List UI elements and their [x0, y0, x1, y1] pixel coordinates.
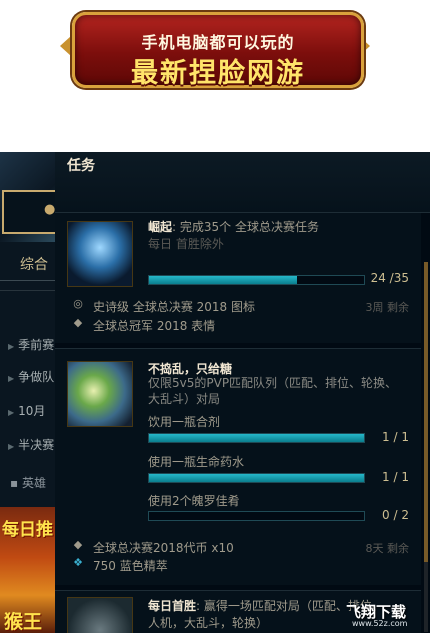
chevron-right-icon: ▶: [8, 442, 15, 451]
location-pin-icon: ◆: [73, 538, 83, 551]
quest-description: 仅限5v5的PVP匹配队列（匹配、排位、轮换、大乱斗）对局: [148, 376, 398, 406]
sidebar-item-label: 10月: [18, 404, 46, 418]
trophy-image: [67, 221, 133, 287]
banner-plate: 手机电脑都可以玩的 最新捏脸网游: [72, 12, 364, 89]
progress-bar: [148, 511, 365, 521]
game-client: ● 综合 ▶ 季前赛 ▶ 争做队 ▶ 10月 ▶ 半决赛 ▪ 英雄 每日推 猴王 任务: [0, 152, 430, 633]
sidebar-chat[interactable]: ▪ 英雄: [10, 474, 46, 491]
chevron-right-icon: ▶: [8, 342, 15, 351]
sidebar-item[interactable]: ▶ 季前赛: [0, 336, 55, 358]
quest-title-strong: 不捣乱，只给糖: [148, 362, 233, 376]
watermark: 飞翔下载 www.52z.com: [346, 601, 424, 629]
location-pin-icon: ◆: [73, 316, 83, 329]
sidebar-ad-subtitle: 猴王: [4, 611, 43, 633]
quest-card[interactable]: 崛起: 完成35个 全球总决赛任务 每日 首胜除外 24 /35 ◎ 史诗级 全…: [55, 212, 421, 343]
sidebar-ad[interactable]: 每日推 猴王: [0, 507, 55, 633]
sidebar-item-label: 季前赛: [18, 338, 55, 352]
profile-icon: ●: [44, 202, 56, 217]
banner-line1: 手机电脑都可以玩的: [141, 33, 295, 52]
sidebar-profile-box[interactable]: ●: [2, 190, 56, 234]
panel-title: 任务: [67, 158, 95, 174]
progress-count: 1 / 1: [382, 470, 409, 484]
progress-fill: [149, 276, 298, 284]
objective-label: 使用2个魄罗佳肴: [148, 494, 240, 508]
reward-label: 全球总决赛2018代币 x10: [93, 541, 234, 555]
quest-card[interactable]: 不捣乱，只给糖 仅限5v5的PVP匹配队列（匹配、排位、轮换、大乱斗）对局 饮用…: [55, 348, 421, 585]
panel-header: 任务: [55, 152, 430, 213]
sidebar-item-label: 争做队: [18, 370, 55, 384]
promo-banner[interactable]: 手机电脑都可以玩的 最新捏脸网游: [60, 8, 370, 89]
chevron-right-icon: ▶: [8, 374, 15, 383]
progress-count: 0 / 2: [382, 508, 409, 522]
sidebar-item[interactable]: ▶ 半决赛: [0, 436, 55, 458]
quest-subtitle: 每日 首胜除外: [148, 237, 224, 251]
progress-fill: [149, 434, 364, 442]
progress-bar: [148, 433, 365, 443]
chat-icon: ▪: [10, 476, 19, 490]
user-icon: ◎: [73, 297, 83, 310]
sidebar-ad-title: 每日推: [2, 520, 53, 540]
progress-fill: [149, 474, 364, 482]
champion-image: [67, 361, 133, 427]
sidebar-item-label: 半决赛: [18, 438, 55, 452]
objective-label: 使用一瓶生命药水: [148, 455, 245, 469]
time-remaining: 8天 剩余: [365, 542, 410, 555]
sidebar: ● 综合 ▶ 季前赛 ▶ 争做队 ▶ 10月 ▶ 半决赛 ▪ 英雄 每日推 猴王: [0, 152, 56, 633]
divider: [0, 290, 55, 291]
quest-title-strong: 崛起: [148, 220, 173, 234]
time-remaining: 3周 剩余: [365, 301, 410, 314]
sidebar-item[interactable]: ▶ 争做队: [0, 368, 55, 390]
sidebar-item[interactable]: ▶ 10月: [0, 402, 55, 424]
progress-bar: [148, 275, 365, 285]
quest-title-rest: : 完成35个 全球总决赛任务: [172, 220, 319, 234]
progress-bar: [148, 473, 365, 483]
banner-line2: 最新捏脸网游: [131, 58, 305, 89]
sidebar-chat-label: 英雄: [21, 476, 46, 490]
sidebar-tab[interactable]: 综合: [20, 254, 48, 274]
progress-count: 24 /35: [370, 271, 409, 285]
watermark-url: www.52z.com: [352, 619, 408, 628]
quest-image: [67, 597, 133, 633]
blue-essence-icon: ❖: [73, 556, 83, 569]
objective-label: 饮用一瓶合剂: [148, 415, 221, 429]
missions-panel: 任务 崛起: 完成35个 全球总决赛任务 每日 首胜除外 24 /35 ◎ 史诗…: [55, 152, 430, 633]
reward-label: 史诗级 全球总决赛 2018 图标: [93, 300, 255, 314]
chevron-right-icon: ▶: [8, 408, 15, 417]
quest-title-strong: 每日首胜: [148, 599, 197, 613]
divider: [0, 280, 55, 281]
progress-count: 1 / 1: [382, 430, 409, 444]
scrollbar-thumb[interactable]: [424, 262, 428, 562]
quest-subtitle: 人机，大乱斗，轮换）: [148, 616, 269, 630]
quest-title: 崛起: 完成35个 全球总决赛任务: [148, 218, 319, 235]
reward-label: 全球总冠军 2018 表情: [93, 319, 216, 333]
reward-label: 750 蓝色精萃: [93, 559, 168, 573]
